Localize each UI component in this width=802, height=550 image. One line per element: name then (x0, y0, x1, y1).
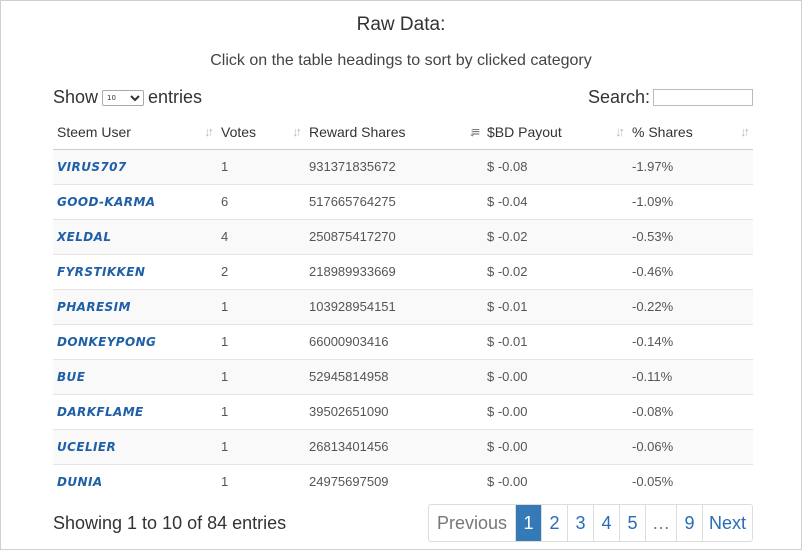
cell-votes: 6 (217, 183, 305, 219)
cell-percent-shares: -0.14% (628, 323, 753, 359)
column-header-reward-shares[interactable]: Reward Shares ↓≡ (305, 116, 483, 150)
table-header-row: Steem User ↓↑ Votes ↓↑ Reward Shares ↓≡ $BD… (53, 116, 753, 150)
cell-percent-shares: -1.09% (628, 183, 753, 219)
cell-reward-shares: 66000903416 (305, 323, 483, 359)
previous-button[interactable]: Previous (429, 505, 515, 541)
show-label: Show (53, 87, 99, 107)
page-button-3[interactable]: 3 (566, 505, 593, 541)
entries-label: entries (148, 87, 203, 107)
cell-percent-shares: -0.46% (628, 253, 753, 289)
cell-sbd-payout: $ -0.02 (483, 218, 628, 254)
cell-sbd-payout: $ -0.04 (483, 183, 628, 219)
cell-votes: 1 (217, 393, 305, 429)
column-header-votes[interactable]: Votes ↓↑ (217, 116, 305, 150)
cell-votes: 1 (217, 358, 305, 394)
page-ellipsis: … (644, 505, 676, 541)
cell-votes: 2 (217, 253, 305, 289)
page-title: Raw Data: (356, 14, 446, 35)
table-info: Showing 1 to 10 of 84 entries (53, 513, 287, 533)
cell-votes: 4 (217, 218, 305, 254)
cell-steem-user[interactable]: FYRSTIKKEN (53, 253, 217, 289)
page-button-5[interactable]: 5 (618, 505, 645, 541)
page-button-1[interactable]: 1 (514, 505, 541, 541)
table-row: PHARESIM 1 103928954151 $ -0.01 -0.22% (53, 288, 753, 324)
cell-sbd-payout: $ -0.02 (483, 253, 628, 289)
cell-sbd-payout: $ -0.00 (483, 393, 628, 429)
column-header-percent-shares[interactable]: % Shares ↓↑ (628, 116, 753, 150)
cell-steem-user[interactable]: DUNIA (53, 463, 217, 499)
page-button-4[interactable]: 4 (592, 505, 619, 541)
cell-sbd-payout: $ -0.00 (483, 358, 628, 394)
pagination: Previous 1 2 3 4 5 … 9 Next (427, 504, 753, 542)
cell-reward-shares: 218989933669 (305, 253, 483, 289)
cell-sbd-payout: $ -0.01 (483, 288, 628, 324)
table-row: DARKFLAME 1 39502651090 $ -0.00 -0.08% (53, 393, 753, 429)
cell-votes: 1 (217, 288, 305, 324)
cell-percent-shares: -0.05% (628, 463, 753, 499)
entries-select[interactable]: 10 (102, 89, 145, 106)
sort-desc-icon: ↓≡ (468, 124, 480, 139)
search-control: Search: (588, 87, 753, 108)
cell-votes: 1 (217, 148, 305, 184)
cell-steem-user[interactable]: DONKEYPONG (53, 323, 217, 359)
page-button-9[interactable]: 9 (675, 505, 702, 541)
cell-sbd-payout: $ -0.08 (483, 148, 628, 184)
page-button-2[interactable]: 2 (540, 505, 567, 541)
cell-steem-user[interactable]: PHARESIM (53, 288, 217, 324)
cell-sbd-payout: $ -0.00 (483, 463, 628, 499)
raw-data-table: Steem User ↓↑ Votes ↓↑ Reward Shares ↓≡ $BD… (53, 116, 753, 499)
table-row: DONKEYPONG 1 66000903416 $ -0.01 -0.14% (53, 323, 753, 359)
table-row: UCELIER 1 26813401456 $ -0.00 -0.06% (53, 428, 753, 464)
cell-steem-user[interactable]: UCELIER (53, 428, 217, 464)
cell-reward-shares: 26813401456 (305, 428, 483, 464)
cell-steem-user[interactable]: XELDAL (53, 218, 217, 254)
cell-reward-shares: 103928954151 (305, 288, 483, 324)
cell-percent-shares: -0.08% (628, 393, 753, 429)
table-row: BUE 1 52945814958 $ -0.00 -0.11% (53, 358, 753, 394)
cell-votes: 1 (217, 323, 305, 359)
column-header-steem-user[interactable]: Steem User ↓↑ (53, 116, 217, 150)
table-row: GOOD-KARMA 6 517665764275 $ -0.04 -1.09% (53, 183, 753, 219)
table-row: FYRSTIKKEN 2 218989933669 $ -0.02 -0.46% (53, 253, 753, 289)
cell-steem-user[interactable]: GOOD-KARMA (53, 183, 217, 219)
cell-steem-user[interactable]: VIRUS707 (53, 148, 217, 184)
cell-reward-shares: 250875417270 (305, 218, 483, 254)
table-row: VIRUS707 1 931371835672 $ -0.08 -1.97% (53, 148, 753, 184)
column-header-sbd-payout[interactable]: $BD Payout ↓↑ (483, 116, 628, 150)
cell-votes: 1 (217, 463, 305, 499)
cell-reward-shares: 24975697509 (305, 463, 483, 499)
cell-sbd-payout: $ -0.00 (483, 428, 628, 464)
cell-reward-shares: 517665764275 (305, 183, 483, 219)
cell-votes: 1 (217, 428, 305, 464)
sort-icon: ↓↑ (204, 124, 214, 139)
cell-percent-shares: -0.11% (628, 358, 753, 394)
table-row: DUNIA 1 24975697509 $ -0.00 -0.05% (53, 463, 753, 499)
page-subtitle: Click on the table headings to sort by c… (210, 52, 592, 69)
cell-percent-shares: -0.53% (628, 218, 753, 254)
cell-reward-shares: 52945814958 (305, 358, 483, 394)
entries-length-control: Show 10 entries (53, 87, 202, 108)
search-label: Search: (587, 87, 650, 107)
cell-reward-shares: 931371835672 (305, 148, 483, 184)
sort-icon: ↓↑ (615, 124, 625, 139)
cell-percent-shares: -0.06% (628, 428, 753, 464)
cell-reward-shares: 39502651090 (305, 393, 483, 429)
sort-icon: ↓↑ (292, 124, 302, 139)
sort-icon: ↓↑ (740, 124, 750, 139)
cell-percent-shares: -0.22% (628, 288, 753, 324)
search-input[interactable] (653, 89, 753, 106)
cell-steem-user[interactable]: BUE (53, 358, 217, 394)
cell-steem-user[interactable]: DARKFLAME (53, 393, 217, 429)
cell-sbd-payout: $ -0.01 (483, 323, 628, 359)
next-button[interactable]: Next (701, 505, 752, 541)
cell-percent-shares: -1.97% (628, 148, 753, 184)
table-row: XELDAL 4 250875417270 $ -0.02 -0.53% (53, 218, 753, 254)
